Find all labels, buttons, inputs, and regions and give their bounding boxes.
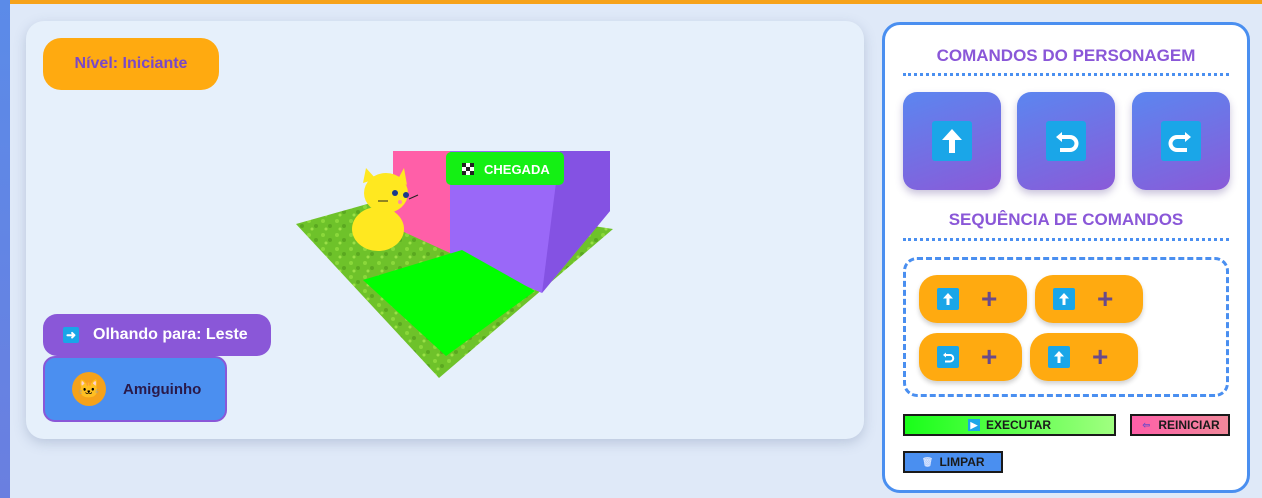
command-panel: COMANDOS DO PERSONAGEM SEQUÊNCIA DE COMA… [882,22,1250,493]
character-name: Amiguinho [123,380,202,398]
facing-direction-badge: ➜ Olhando para: Leste [43,314,271,356]
cat-avatar-icon: 🐱 [72,372,106,406]
execute-button[interactable]: ▶ EXECUTAR [903,414,1116,436]
sequence-divider [903,238,1229,241]
facing-label: Olhando para: Leste [93,326,248,343]
top-accent-bar [0,0,1262,4]
character-card[interactable]: 🐱 Amiguinho [43,356,227,422]
turn-left-icon [937,346,959,368]
sequence-item[interactable]: + [919,275,1027,323]
plus-icon[interactable]: + [1097,285,1113,313]
commands-divider [903,73,1229,76]
sequence-item[interactable]: + [1035,275,1143,323]
commands-title: COMANDOS DO PERSONAGEM [936,46,1196,65]
restart-icon: ⇦ [1142,419,1151,430]
plus-icon[interactable]: + [1092,343,1108,371]
arrow-up-icon [937,288,959,310]
turn-right-button[interactable] [1132,92,1230,190]
arrow-right-icon: ➜ [63,327,79,343]
sequence-item[interactable]: + [1030,333,1138,381]
turn-right-icon [1161,121,1201,161]
plus-icon[interactable]: + [981,343,997,371]
level-badge: Nível: Iniciante [43,38,219,90]
clear-button[interactable]: 🗑 LIMPAR [903,451,1003,473]
restart-button[interactable]: ⇦ REINICIAR [1130,414,1230,436]
restart-label: REINICIAR [1158,418,1220,432]
sequence-item[interactable]: + [919,333,1022,381]
left-accent-bar [0,0,10,498]
arrow-up-icon [1053,288,1075,310]
sequence-dropzone[interactable]: + + + + [903,257,1229,397]
clear-label: LIMPAR [939,455,985,469]
finish-label: CHEGADA [484,162,550,177]
play-icon: ▶ [967,419,980,431]
checkered-flag-icon [462,163,474,175]
game-panel: CHEGADA Nível: Iniciante ➜ Olhando para:… [26,21,864,439]
turn-left-button[interactable] [1017,92,1115,190]
arrow-up-icon [1048,346,1070,368]
execute-label: EXECUTAR [985,418,1052,432]
plus-icon[interactable]: + [981,285,997,313]
move-forward-button[interactable] [903,92,1001,190]
sequence-title: SEQUÊNCIA DE COMANDOS [948,210,1184,229]
trash-icon: 🗑 [921,456,934,467]
turn-left-icon [1046,121,1086,161]
arrow-up-icon [932,121,972,161]
